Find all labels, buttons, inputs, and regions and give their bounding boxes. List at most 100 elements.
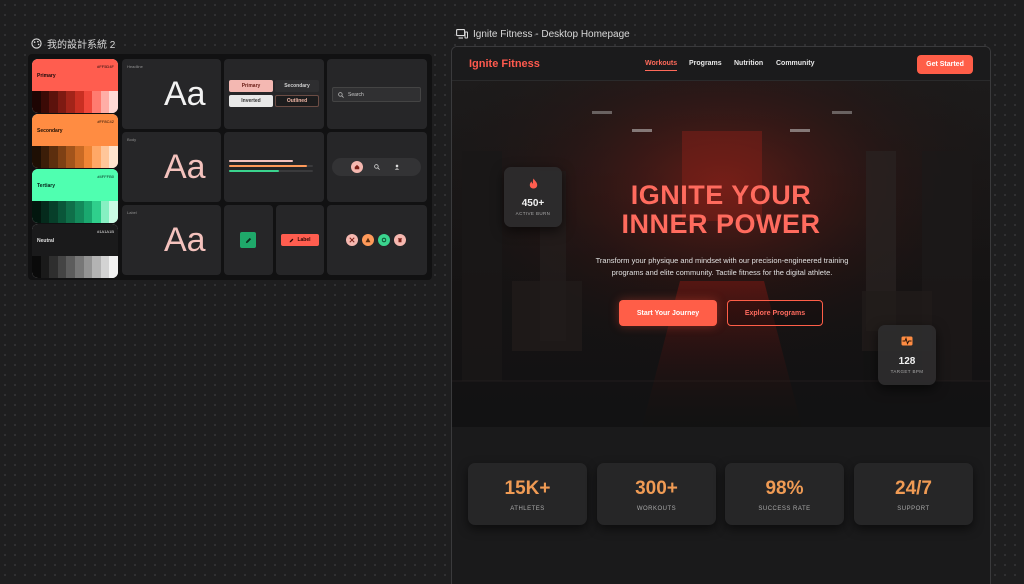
swatch-hex: #FF5D4F [97,64,114,69]
top-navbar: Ignite Fitness Workouts Programs Nutriti… [452,47,990,81]
tone-step [32,146,41,168]
swatch-name: Neutral [37,238,55,244]
stat-card-success-rate: 98% SUCCESS RATE [725,463,844,525]
hero-section: IGNITE YOUR INNER POWER Transform your p… [452,81,990,427]
tone-step [57,256,67,278]
type-tile-label[interactable]: Label Aa [122,205,221,275]
progress-bar-primary [229,160,293,162]
stat-card-athletes: 15K+ ATHLETES [468,463,587,525]
swatch-hex: #4FFFB0 [97,174,114,179]
type-tile-headline[interactable]: Headline Aa [122,59,221,129]
swatch-main-color: Neutral #1A1A1B [32,224,118,256]
tone-step [66,256,75,278]
tone-step [109,91,118,113]
homepage-frame-label[interactable]: Ignite Fitness - Desktop Homepage [456,29,630,40]
tone-step [32,91,41,113]
swatch-neutral[interactable]: Neutral #1A1A1B [32,224,118,278]
tone-step [92,201,101,223]
search-icon[interactable] [371,161,383,173]
swatch-tertiary[interactable]: Tertiary #4FFFB0 [32,169,118,223]
tone-step [40,201,50,223]
type-tile-body[interactable]: Body Aa [122,132,221,202]
swatch-main-color: Primary #FF5D4F [32,59,118,91]
warning-icon[interactable] [362,234,374,246]
homepage-frame-title: Ignite Fitness - Desktop Homepage [473,29,630,40]
stats-section: 15K+ ATHLETES 300+ WORKOUTS 98% SUCCESS … [452,427,990,584]
swatch-tonal-scale [32,201,118,223]
search-placeholder: Search [348,91,364,98]
nav-workouts[interactable]: Workouts [645,60,678,71]
tone-step [32,201,41,223]
home-icon[interactable] [351,161,363,173]
type-sample: Aa [164,221,206,259]
stat-label: SUCCESS RATE [758,506,811,512]
tone-step [109,201,118,223]
design-system-board: Primary #FF5D4F Secondary #FF8C42 Tertiary #4… [28,54,432,280]
target-bpm-value: 128 [898,356,916,367]
desktop-device-icon [456,29,468,39]
edit-fab-button[interactable] [240,232,256,248]
swatch-primary[interactable]: Primary #FF5D4F [32,59,118,113]
tone-step [32,256,41,278]
tone-step [57,201,67,223]
tone-step [100,201,110,223]
flame-icon [529,178,537,189]
swatch-hex: #1A1A1B [97,229,114,234]
secondary-button-sample[interactable]: Secondary [275,80,319,92]
label-button-tile: Label [276,205,324,275]
get-started-button[interactable]: Get Started [917,55,973,74]
search-tile: Search [327,59,427,129]
swatch-name: Primary [37,73,56,79]
tone-step [100,146,110,168]
refresh-icon[interactable] [378,234,390,246]
search-input-sample[interactable]: Search [332,87,421,102]
stat-value: 98% [765,478,804,499]
stat-label: ATHLETES [510,506,545,512]
pencil-icon [290,238,294,242]
nav-programs[interactable]: Programs [689,60,722,67]
search-icon [338,91,344,98]
tone-step [74,91,84,113]
tone-step [40,256,50,278]
inverted-button-sample[interactable]: Inverted [229,95,273,107]
tone-step [100,91,110,113]
tone-step [83,256,93,278]
tools-icon[interactable] [346,234,358,246]
user-icon[interactable] [391,161,403,173]
label-button-text: Label [297,237,311,243]
tone-step [40,146,50,168]
icon-nav-tile [327,132,427,202]
trash-icon[interactable] [394,234,406,246]
pulse-icon [901,336,913,346]
design-system-frame-label[interactable]: 我的設計系統 2 [31,36,115,51]
label-button-sample[interactable]: Label [281,234,319,246]
explore-programs-button[interactable]: Explore Programs [727,300,823,326]
swatch-name: Tertiary [37,183,55,189]
buttons-tile: Primary Secondary Inverted Outlined [224,59,324,129]
start-journey-button[interactable]: Start Your Journey [619,300,717,326]
pencil-icon [245,237,251,243]
nav-community[interactable]: Community [776,60,815,67]
tone-step [83,201,93,223]
fitness-homepage: Ignite Fitness Workouts Programs Nutriti… [451,46,991,584]
progress-bar-secondary [229,165,307,167]
design-system-title: 我的設計系統 2 [47,40,116,51]
stat-value: 15K+ [504,478,551,499]
tone-step [40,91,50,113]
nav-nutrition[interactable]: Nutrition [734,60,763,67]
outlined-button-sample[interactable]: Outlined [275,95,319,107]
palette-icon [31,38,42,49]
type-sample: Aa [164,75,206,113]
hero-subtitle-line2: programs and elite community. Tactile fi… [611,268,833,277]
primary-button-sample[interactable]: Primary [229,80,273,92]
brand-logo[interactable]: Ignite Fitness [469,58,540,70]
target-bpm-caption: TARGET BPM [890,369,924,374]
tone-step [49,256,58,278]
progress-tile [224,132,324,202]
active-burn-value: 450+ [521,198,545,209]
icon-chips-tile [327,205,427,275]
swatch-secondary[interactable]: Secondary #FF8C42 [32,114,118,168]
tone-step [74,201,84,223]
tone-step [49,91,58,113]
swatch-main-color: Secondary #FF8C42 [32,114,118,146]
